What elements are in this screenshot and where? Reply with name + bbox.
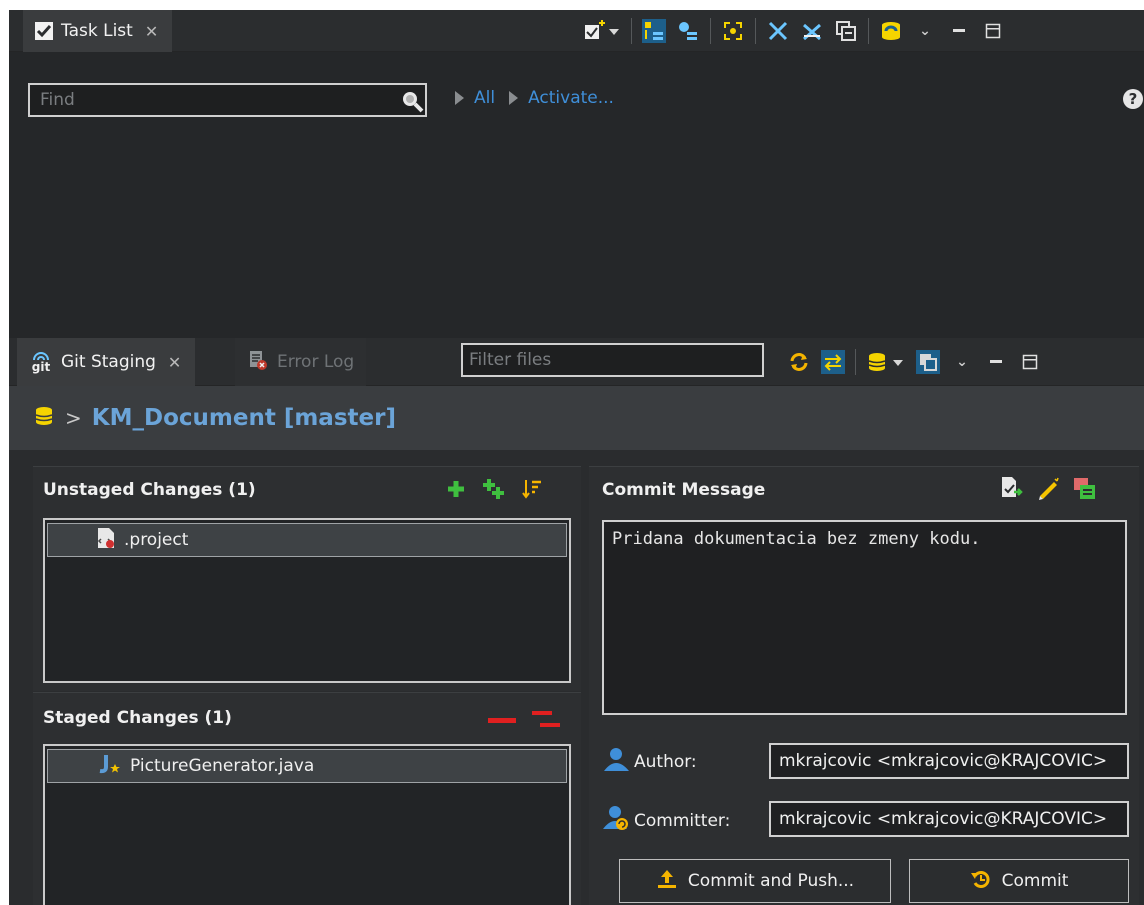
staged-toolbar bbox=[487, 708, 561, 737]
tab-task-list[interactable]: Task List ✕ bbox=[23, 10, 173, 52]
separator bbox=[855, 349, 856, 375]
file-name: .project bbox=[124, 530, 189, 550]
remove-all-icon[interactable] bbox=[531, 708, 561, 737]
author-value: mkrajcovic <mkrajcovic@KRAJCOVIC> bbox=[779, 751, 1108, 771]
link-activate[interactable]: Activate... bbox=[528, 88, 614, 108]
filter-files-input[interactable] bbox=[461, 343, 764, 377]
committer-label: Committer: bbox=[602, 805, 730, 836]
add-icon[interactable] bbox=[445, 478, 467, 505]
java-file-icon bbox=[96, 753, 122, 780]
unstaged-toolbar bbox=[445, 477, 543, 506]
close-icon[interactable]: ✕ bbox=[145, 22, 158, 41]
presentation-icon[interactable] bbox=[916, 350, 940, 374]
list-item[interactable]: .project bbox=[47, 523, 567, 557]
commit-message-title: Commit Message bbox=[602, 480, 766, 500]
close-icon[interactable]: ✕ bbox=[168, 353, 181, 372]
commit-message-input[interactable] bbox=[602, 520, 1127, 715]
maximize-icon[interactable] bbox=[981, 19, 1005, 43]
synchronize-icon[interactable] bbox=[879, 19, 903, 43]
repository-title: KM_Document [master] bbox=[91, 405, 396, 431]
edit-icon[interactable] bbox=[1035, 475, 1061, 506]
commit-label: Commit bbox=[1001, 871, 1069, 891]
eclipse-workbench: Task List ✕ ⌄ Find All Activate... ? git… bbox=[9, 10, 1144, 905]
view-menu-icon[interactable]: ⌄ bbox=[950, 350, 974, 374]
new-task-icon[interactable] bbox=[581, 19, 621, 43]
separator bbox=[631, 18, 632, 44]
expand-all-icon[interactable] bbox=[800, 19, 824, 43]
tab-label: Error Log bbox=[277, 352, 355, 372]
repository-icon bbox=[33, 405, 55, 432]
tab-label: Git Staging bbox=[61, 352, 156, 372]
maximize-icon[interactable] bbox=[1018, 350, 1042, 374]
categorized-icon[interactable] bbox=[642, 19, 666, 43]
sort-icon[interactable] bbox=[521, 478, 543, 505]
separator bbox=[755, 18, 756, 44]
commit-and-push-label: Commit and Push... bbox=[687, 871, 855, 891]
refresh-icon[interactable] bbox=[787, 350, 811, 374]
unstaged-title: Unstaged Changes (1) bbox=[43, 480, 256, 500]
link-all[interactable]: All bbox=[474, 88, 495, 108]
committer-input[interactable]: mkrajcovic <mkrajcovic@KRAJCOVIC> bbox=[769, 801, 1129, 837]
sign-off-icon[interactable] bbox=[999, 475, 1025, 506]
list-item[interactable]: PictureGenerator.java bbox=[47, 749, 567, 783]
commit-toolbar bbox=[999, 475, 1097, 506]
task-list-tabbar: Task List ✕ ⌄ bbox=[9, 10, 1144, 52]
push-icon bbox=[656, 868, 678, 895]
commit-and-push-button[interactable]: Commit and Push... bbox=[619, 859, 891, 903]
expand-arrow-icon bbox=[509, 91, 519, 105]
search-icon[interactable] bbox=[401, 90, 424, 113]
committer-icon bbox=[602, 805, 632, 836]
repository-icon[interactable] bbox=[866, 350, 906, 374]
remove-icon[interactable] bbox=[487, 710, 517, 735]
task-filter-links: All Activate... bbox=[455, 88, 614, 108]
tab-label: Task List bbox=[61, 21, 133, 41]
committer-value: mkrajcovic <mkrajcovic@KRAJCOVIC> bbox=[779, 809, 1108, 829]
tab-git-staging[interactable]: git Git Staging ✕ bbox=[17, 338, 196, 386]
help-icon[interactable]: ? bbox=[1123, 89, 1143, 109]
view-menu-icon[interactable]: ⌄ bbox=[913, 19, 937, 43]
author-icon bbox=[602, 747, 632, 776]
tab-error-log[interactable]: Error Log bbox=[235, 338, 367, 386]
git-icon: git bbox=[29, 351, 53, 373]
scheduled-icon[interactable] bbox=[676, 19, 700, 43]
staged-list[interactable]: PictureGenerator.java bbox=[43, 744, 571, 905]
task-list-icon bbox=[35, 22, 53, 40]
author-label: Author: bbox=[602, 747, 697, 776]
separator bbox=[710, 18, 711, 44]
commit-button[interactable]: Commit bbox=[909, 859, 1129, 903]
expand-arrow-icon bbox=[455, 91, 464, 105]
change-id-icon[interactable] bbox=[1071, 475, 1097, 506]
error-log-icon bbox=[247, 349, 269, 376]
task-list-toolbar: ⌄ bbox=[581, 10, 1005, 52]
commit-icon bbox=[970, 868, 992, 895]
unstaged-list[interactable]: .project bbox=[43, 518, 571, 683]
find-input[interactable] bbox=[28, 83, 427, 117]
xml-file-icon bbox=[96, 527, 116, 554]
minimize-icon[interactable] bbox=[947, 19, 971, 43]
minimize-icon[interactable] bbox=[984, 350, 1008, 374]
link-with-editor-icon[interactable] bbox=[834, 19, 858, 43]
staged-title: Staged Changes (1) bbox=[43, 708, 232, 728]
collapse-all-icon[interactable] bbox=[766, 19, 790, 43]
author-input[interactable]: mkrajcovic <mkrajcovic@KRAJCOVIC> bbox=[769, 743, 1129, 779]
git-staging-toolbar: ⌄ bbox=[787, 338, 1042, 386]
add-all-icon[interactable] bbox=[481, 477, 507, 506]
focus-icon[interactable] bbox=[721, 19, 745, 43]
file-name: PictureGenerator.java bbox=[130, 756, 315, 776]
separator bbox=[868, 18, 869, 44]
breadcrumb-separator: > bbox=[65, 406, 82, 430]
repository-header: > KM_Document [master] bbox=[9, 386, 1144, 450]
compare-icon[interactable] bbox=[821, 350, 845, 374]
